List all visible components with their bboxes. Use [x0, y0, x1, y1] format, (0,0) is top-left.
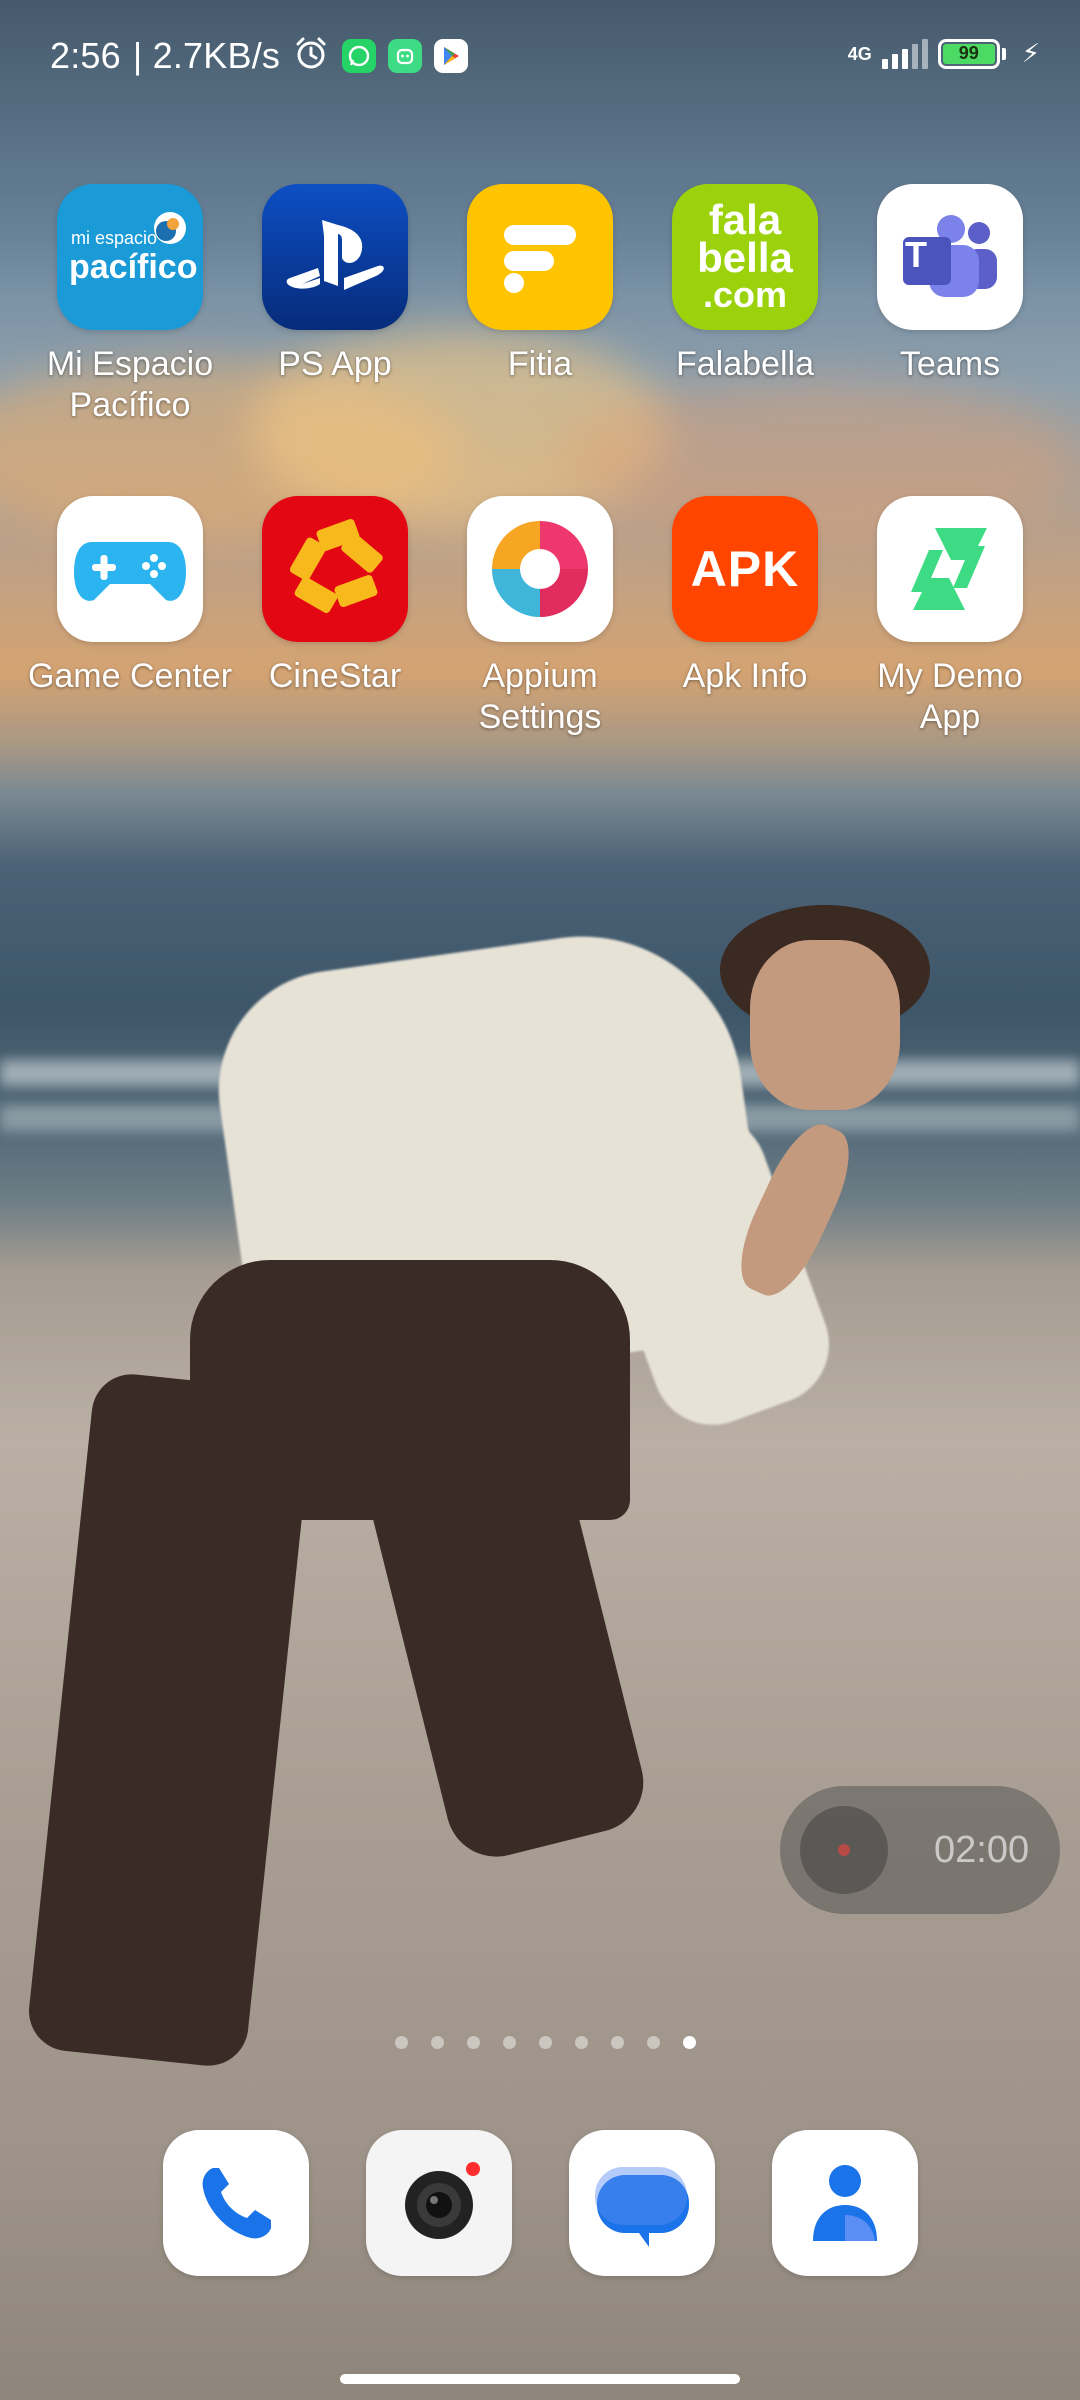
network-type: 4G — [847, 43, 872, 64]
phone-icon[interactable] — [162, 2130, 309, 2276]
app-label: Falabella — [676, 345, 814, 383]
play-store-icon — [434, 38, 469, 73]
status-time: 2:56 — [50, 34, 121, 76]
teams-icon: T — [877, 184, 1023, 330]
battery-level: 99 — [942, 43, 995, 64]
signal-strength-icon — [881, 38, 928, 69]
icon-text-line-3: .com — [702, 274, 788, 315]
app-label: My Demo App — [877, 657, 1023, 736]
app-falabella[interactable]: fala bella .com Falabella — [645, 184, 845, 496]
page-dot — [538, 2036, 552, 2049]
page-dot — [646, 2036, 660, 2049]
page-dot-active — [682, 2036, 696, 2049]
app-label: CineStar — [268, 657, 402, 695]
icon-text: APK — [690, 541, 800, 597]
page-dot — [610, 2036, 624, 2049]
gamepad-icon — [57, 496, 203, 642]
appium-icon — [467, 496, 613, 642]
app-ps-app[interactable]: PS App — [235, 184, 435, 496]
playstation-icon — [262, 184, 408, 330]
page-dot — [574, 2036, 588, 2049]
android-robot-icon — [388, 38, 423, 73]
app-apk-info[interactable]: APK Apk Info — [645, 496, 845, 808]
app-label: Fitia — [507, 345, 573, 383]
record-icon — [800, 1806, 888, 1894]
floating-timer[interactable]: 02:00 — [780, 1786, 1060, 1914]
app-grid: mi espacio pacífico Mi Espacio Pacífico … — [0, 184, 1080, 808]
app-label: Appium Settings — [478, 657, 602, 736]
page-indicator[interactable] — [0, 2036, 1080, 2049]
app-label: Teams — [899, 345, 1001, 383]
battery-icon: 99 — [937, 38, 1006, 69]
app-cinestar[interactable]: CineStar — [235, 496, 435, 808]
apk-info-icon: APK — [672, 496, 818, 642]
messages-icon[interactable] — [568, 2130, 715, 2276]
icon-text: T — [905, 234, 927, 275]
mi-espacio-pacifico-icon: mi espacio pacífico — [57, 184, 203, 330]
cinestar-icon — [262, 496, 408, 642]
page-dot — [466, 2036, 480, 2049]
page-dot — [502, 2036, 516, 2049]
page-dot — [430, 2036, 444, 2049]
timer-text: 02:00 — [934, 1828, 1030, 1871]
app-fitia[interactable]: Fitia — [440, 184, 640, 496]
dock — [0, 2130, 1080, 2276]
network-speed: | 2.7KB/s — [132, 34, 281, 76]
app-game-center[interactable]: Game Center — [28, 496, 232, 808]
whatsapp-icon — [342, 38, 377, 73]
app-label: Mi Espacio Pacífico — [46, 345, 214, 424]
contacts-icon[interactable] — [771, 2130, 918, 2276]
app-label: Game Center — [27, 657, 233, 695]
app-label: Apk Info — [682, 657, 808, 695]
app-label: PS App — [278, 345, 392, 383]
charging-icon: ⚡ — [1021, 38, 1040, 68]
fitia-icon — [467, 184, 613, 330]
page-dot — [394, 2036, 408, 2049]
icon-text-big: pacífico — [69, 248, 198, 286]
app-appium-settings[interactable]: Appium Settings — [440, 496, 640, 808]
camera-icon[interactable] — [365, 2130, 512, 2276]
home-indicator[interactable] — [340, 2374, 740, 2384]
app-teams[interactable]: T Teams — [850, 184, 1050, 496]
app-my-demo-app[interactable]: My Demo App — [850, 496, 1050, 808]
alarm-icon — [292, 34, 330, 77]
status-bar: 2:56 | 2.7KB/s 4G 99 ⚡ — [0, 0, 1080, 110]
icon-text-small: mi espacio — [71, 228, 158, 248]
icon-text-line-2: bella — [697, 234, 793, 281]
app-mi-espacio-pacifico[interactable]: mi espacio pacífico Mi Espacio Pacífico — [30, 184, 230, 496]
my-demo-app-icon — [877, 496, 1023, 642]
falabella-icon: fala bella .com — [672, 184, 818, 330]
